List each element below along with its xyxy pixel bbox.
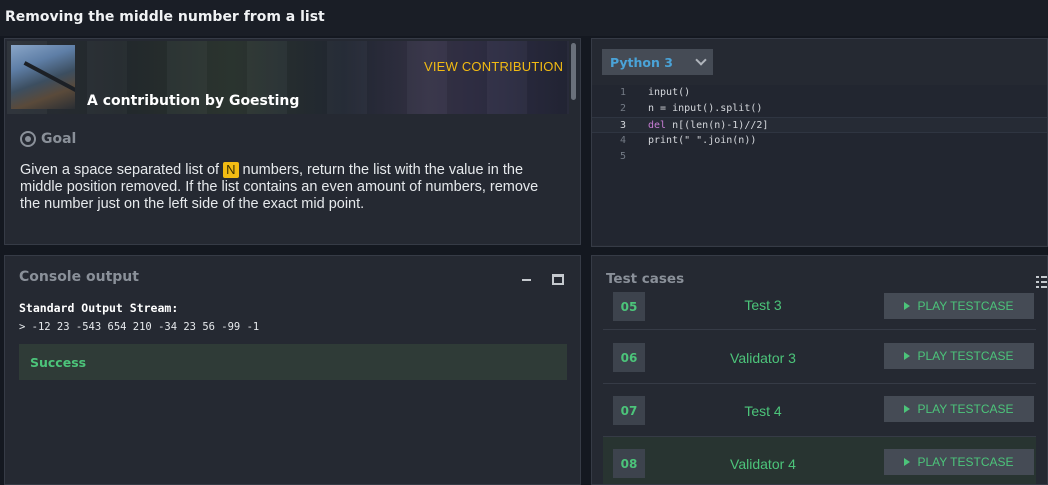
play-testcase-label: PLAY TESTCASE <box>917 402 1014 416</box>
play-testcase-button[interactable]: PLAY TESTCASE <box>884 293 1034 319</box>
code-line[interactable]: 1 input() <box>592 85 1047 101</box>
line-number: 3 <box>619 120 626 131</box>
testcase-number: 07 <box>613 396 645 425</box>
goal-header: Goal <box>20 131 76 147</box>
testcase-name: Validator 4 <box>730 456 796 472</box>
testcase-name: Validator 3 <box>730 350 796 366</box>
testcase-row-selected: 08 Validator 4 PLAY TESTCASE <box>603 437 1036 484</box>
stream-label: Standard Output Stream: <box>19 301 179 315</box>
code-line[interactable]: 2 n = input().split() <box>592 101 1047 117</box>
code-area[interactable]: 1 input() 2 n = input().split() 3 del n[… <box>592 85 1047 245</box>
line-number: 4 <box>619 135 626 146</box>
testcase-row: 05 Test 3 PLAY TESTCASE <box>603 278 1036 330</box>
code-text: n = input().split() <box>648 103 763 114</box>
keyword: del <box>648 120 667 131</box>
code-line[interactable]: 5 <box>592 149 1047 165</box>
testcase-name: Test 4 <box>744 403 782 419</box>
stream-output: > -12 23 -543 654 210 -34 23 56 -99 -1 <box>19 321 260 333</box>
play-testcase-button[interactable]: PLAY TESTCASE <box>884 396 1034 422</box>
maximize-icon[interactable] <box>552 274 564 285</box>
code-text: print(" ".join(n)) <box>648 135 757 146</box>
play-icon <box>904 405 911 413</box>
statement-scrollbar[interactable] <box>571 43 576 100</box>
testcase-row: 06 Validator 3 PLAY TESTCASE <box>603 331 1036 384</box>
goal-label: Goal <box>41 131 77 147</box>
chevron-down-icon <box>695 54 707 66</box>
testcase-number: 05 <box>613 292 645 321</box>
code-text: input() <box>648 87 691 98</box>
code-rest: n[(len(n)-1)//2] <box>666 120 769 131</box>
contribution-banner: A contribution by Goesting VIEW CONTRIBU… <box>7 41 569 114</box>
contribution-author: A contribution by Goesting <box>87 93 300 109</box>
line-number: 1 <box>619 87 626 98</box>
statement-text-before: Given a space separated list of <box>20 162 224 178</box>
code-line-active[interactable]: 3 del n[(len(n)-1)//2] <box>592 117 1047 133</box>
statement-text: Given a space separated list of N number… <box>20 162 560 213</box>
testcase-number: 06 <box>613 343 645 372</box>
code-editor-panel: Python 3 1 input() 2 n = input().split()… <box>591 38 1048 247</box>
play-icon <box>904 458 911 466</box>
play-testcase-label: PLAY TESTCASE <box>917 455 1014 469</box>
success-banner: Success <box>19 344 567 380</box>
play-testcase-button[interactable]: PLAY TESTCASE <box>884 343 1034 369</box>
play-icon <box>904 352 911 360</box>
variable-chip: N <box>223 162 239 178</box>
minimize-icon[interactable] <box>522 279 531 281</box>
statement-panel: A contribution by Goesting VIEW CONTRIBU… <box>4 38 581 245</box>
page-title: Removing the middle number from a list <box>5 9 325 25</box>
play-testcase-label: PLAY TESTCASE <box>917 299 1014 313</box>
language-select[interactable]: Python 3 <box>602 49 713 75</box>
top-bar: Removing the middle number from a list <box>0 0 1048 36</box>
testcases-panel: Test cases 05 Test 3 PLAY TESTCASE 06 Va… <box>591 255 1048 485</box>
line-number: 2 <box>619 103 626 114</box>
view-contribution-link[interactable]: VIEW CONTRIBUTION <box>424 59 563 74</box>
contributor-avatar[interactable] <box>11 45 75 109</box>
console-panel: Console output Standard Output Stream: >… <box>4 255 581 485</box>
list-view-icon[interactable] <box>1036 276 1047 288</box>
language-value: Python 3 <box>610 54 673 70</box>
line-number: 5 <box>619 151 626 162</box>
play-testcase-label: PLAY TESTCASE <box>917 349 1014 363</box>
testcase-number: 08 <box>613 449 645 478</box>
console-title: Console output <box>19 269 139 285</box>
target-icon <box>20 131 36 147</box>
code-line[interactable]: 4 print(" ".join(n)) <box>592 133 1047 149</box>
testcase-name: Test 3 <box>744 297 782 313</box>
code-text: del n[(len(n)-1)//2] <box>648 118 768 134</box>
play-testcase-button[interactable]: PLAY TESTCASE <box>884 449 1034 475</box>
success-text: Success <box>30 355 87 370</box>
play-icon <box>904 302 911 310</box>
testcase-row: 07 Test 4 PLAY TESTCASE <box>603 384 1036 437</box>
